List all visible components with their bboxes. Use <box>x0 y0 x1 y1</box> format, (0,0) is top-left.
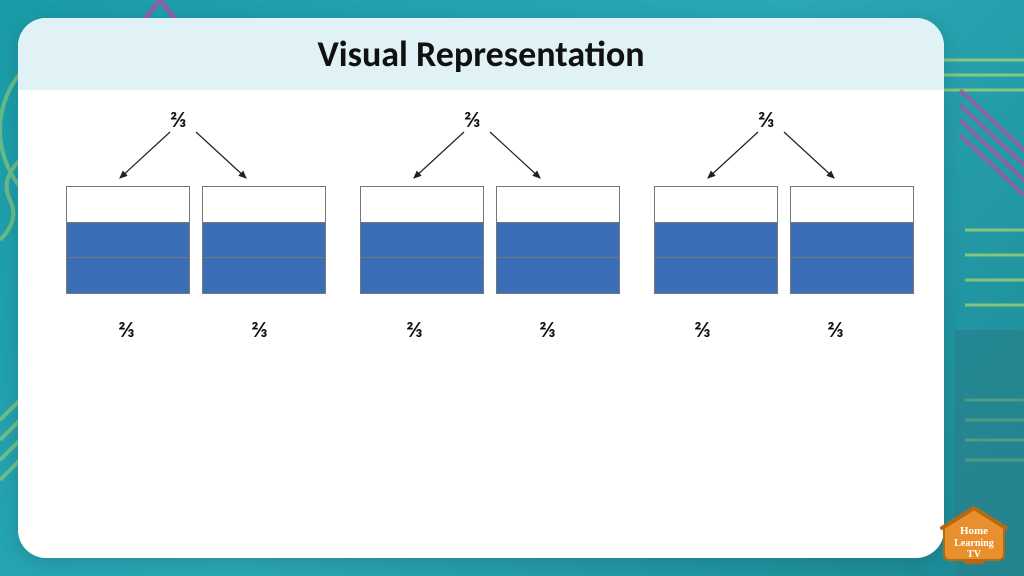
third-filled <box>67 257 189 293</box>
logo-text-line2: Learning <box>954 538 993 549</box>
fraction-bar <box>360 186 484 294</box>
fraction-pair <box>360 186 620 294</box>
third-filled <box>655 257 777 293</box>
third-filled <box>361 222 483 258</box>
bar-label: ⅔ <box>199 316 320 343</box>
third-filled <box>497 257 619 293</box>
bar-label: ⅔ <box>487 316 608 343</box>
slide-content: ⅔ ⅔ ⅔ <box>18 90 944 558</box>
fraction-bars-row <box>66 186 896 294</box>
third-filled <box>67 222 189 258</box>
third-filled <box>361 257 483 293</box>
third-filled <box>203 222 325 258</box>
fraction-bar <box>790 186 914 294</box>
third-empty <box>361 187 483 222</box>
fraction-bar <box>66 186 190 294</box>
fraction-bar <box>496 186 620 294</box>
title-bar: Visual Representation <box>18 18 944 90</box>
bar-labels: ⅔ ⅔ ⅔ ⅔ ⅔ ⅔ <box>66 316 896 343</box>
arrows <box>18 120 944 190</box>
home-learning-tv-logo: Home Learning TV <box>938 504 1010 566</box>
third-filled <box>791 222 913 258</box>
third-empty <box>67 187 189 222</box>
fraction-bar <box>654 186 778 294</box>
third-empty <box>791 187 913 222</box>
group-label: ⅔ <box>464 106 480 133</box>
third-empty <box>203 187 325 222</box>
third-empty <box>497 187 619 222</box>
logo-text-line3: TV <box>967 549 982 560</box>
third-filled <box>655 222 777 258</box>
slide-card: Visual Representation ⅔ ⅔ ⅔ <box>18 18 944 558</box>
fraction-pair <box>654 186 914 294</box>
bar-label: ⅔ <box>642 316 763 343</box>
bar-label: ⅔ <box>66 316 187 343</box>
third-empty <box>655 187 777 222</box>
logo-text-line1: Home <box>960 525 988 537</box>
bar-label: ⅔ <box>354 316 475 343</box>
third-filled <box>203 257 325 293</box>
fraction-bar <box>202 186 326 294</box>
third-filled <box>497 222 619 258</box>
group-label: ⅔ <box>170 106 186 133</box>
fraction-pair <box>66 186 326 294</box>
third-filled <box>791 257 913 293</box>
group-label: ⅔ <box>758 106 774 133</box>
bar-label: ⅔ <box>775 316 896 343</box>
slide-title: Visual Representation <box>317 32 644 76</box>
